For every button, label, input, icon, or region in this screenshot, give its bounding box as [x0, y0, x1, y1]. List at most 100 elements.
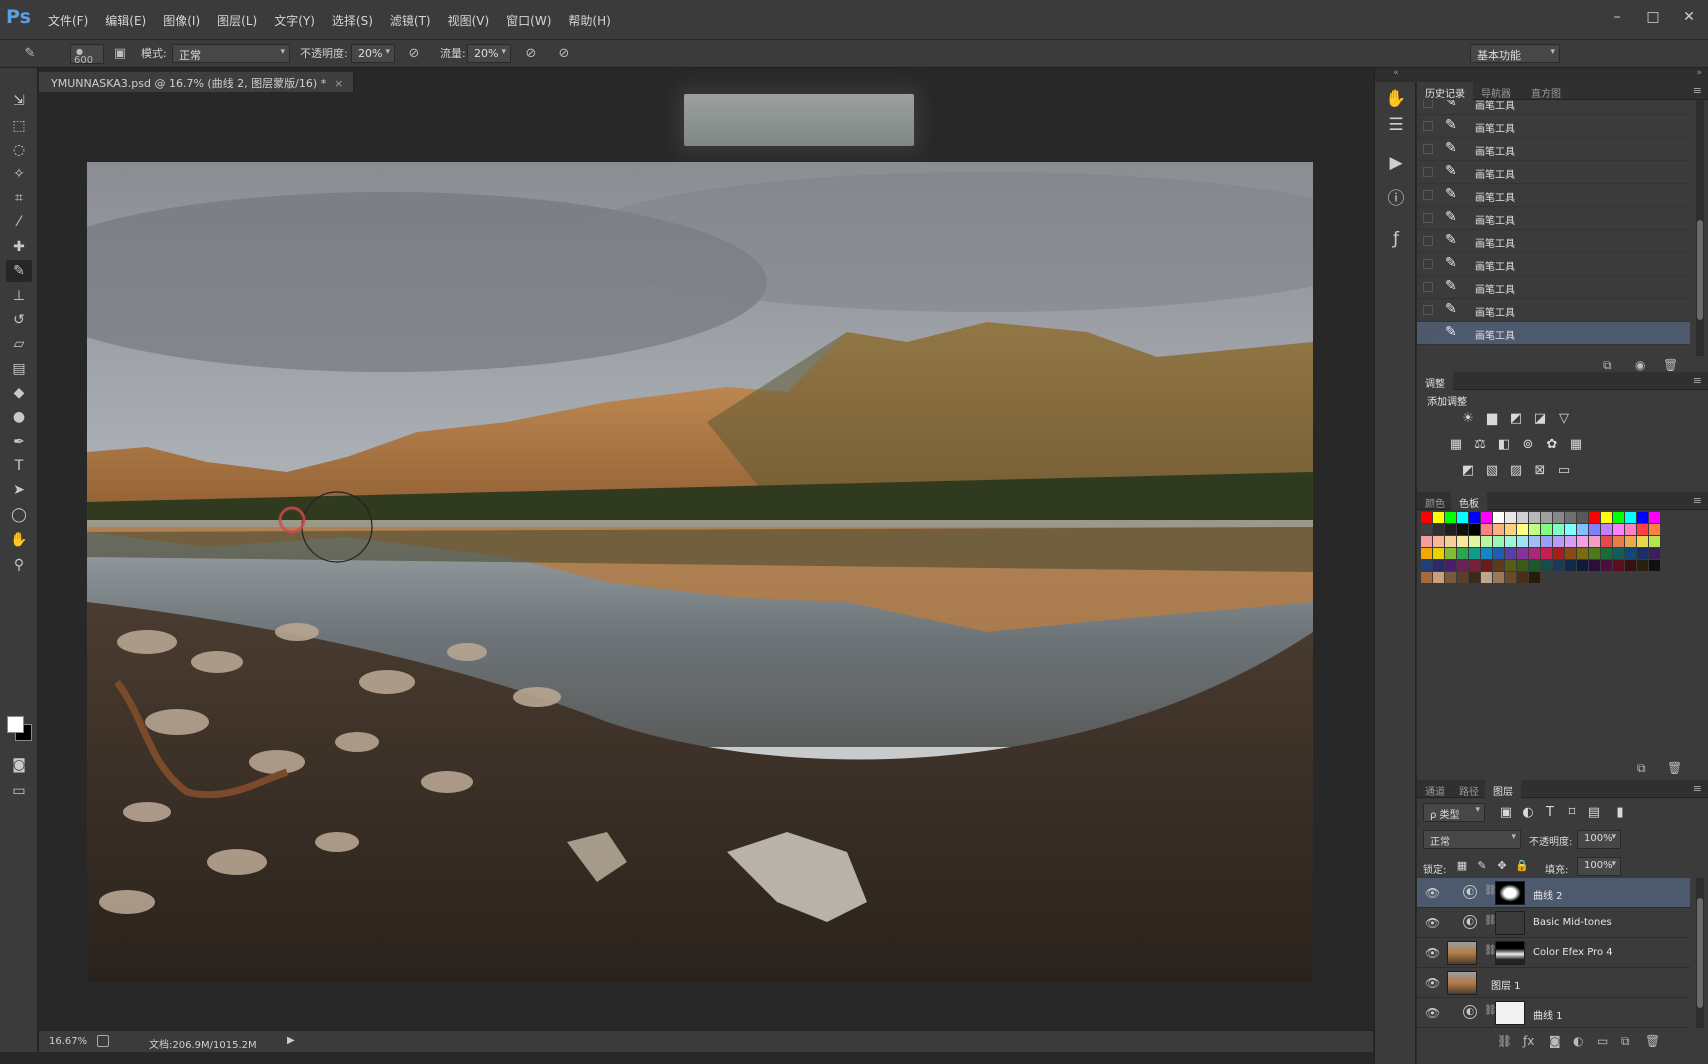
- history-checkbox[interactable]: [1423, 100, 1433, 108]
- image-canvas[interactable]: [87, 162, 1313, 982]
- healing-brush-tool-icon[interactable]: ✚: [6, 236, 32, 258]
- color-swatch[interactable]: [1505, 548, 1516, 559]
- proof-icon[interactable]: [97, 1035, 109, 1047]
- color-swatch[interactable]: [1517, 548, 1528, 559]
- screen-mode-icon[interactable]: ▭: [6, 780, 32, 802]
- history-checkbox[interactable]: [1423, 259, 1433, 269]
- brush-preset-icon[interactable]: ✎: [20, 44, 40, 64]
- color-swatch[interactable]: [1517, 524, 1528, 535]
- path-select-tool-icon[interactable]: ➤: [6, 479, 32, 501]
- panel-menu-icon[interactable]: ≡: [1693, 84, 1702, 97]
- history-item[interactable]: ✎ 画笔工具: [1417, 207, 1690, 230]
- add-mask-icon[interactable]: ◙: [1549, 1034, 1561, 1048]
- color-swatch[interactable]: [1481, 560, 1492, 571]
- color-swatch[interactable]: [1529, 536, 1540, 547]
- maximize-button[interactable]: □: [1642, 6, 1664, 28]
- color-swatch[interactable]: [1445, 548, 1456, 559]
- color-swatch[interactable]: [1421, 560, 1432, 571]
- color-swatch[interactable]: [1637, 536, 1648, 547]
- color-swatch[interactable]: [1601, 560, 1612, 571]
- color-swatch[interactable]: [1601, 548, 1612, 559]
- color-swatch[interactable]: [1553, 548, 1564, 559]
- mode-select[interactable]: 正常: [172, 44, 290, 63]
- history-brush-tool-icon[interactable]: ↺: [6, 309, 32, 331]
- color-swatch[interactable]: [1517, 572, 1528, 583]
- history-item[interactable]: ✎ 画笔工具: [1417, 276, 1690, 299]
- color-swatch[interactable]: [1445, 572, 1456, 583]
- color-swatch[interactable]: [1565, 524, 1576, 535]
- color-swatch[interactable]: [1481, 512, 1492, 523]
- color-swatch[interactable]: [1457, 512, 1468, 523]
- color-swatch[interactable]: [1445, 512, 1456, 523]
- hand-tool-icon[interactable]: ✋: [6, 529, 32, 551]
- color-swatch[interactable]: [1589, 512, 1600, 523]
- foreground-color-swatch[interactable]: [7, 716, 24, 733]
- filter-shape-icon[interactable]: ⌑: [1563, 804, 1581, 822]
- menu-select[interactable]: 选择(S): [332, 12, 373, 29]
- visibility-eye-icon[interactable]: 👁: [1425, 886, 1440, 900]
- color-swatch[interactable]: [1589, 536, 1600, 547]
- history-checkbox[interactable]: [1423, 305, 1433, 315]
- color-swatch[interactable]: [1469, 524, 1480, 535]
- color-swatch[interactable]: [1625, 548, 1636, 559]
- color-swatch[interactable]: [1577, 524, 1588, 535]
- zoom-tool-icon[interactable]: ⚲: [6, 554, 32, 576]
- new-group-icon[interactable]: ▭: [1597, 1034, 1608, 1048]
- tab-swatches[interactable]: 色板: [1451, 492, 1487, 510]
- layer-row[interactable]: 👁 ◐ ⛓ 曲线 1: [1417, 998, 1690, 1028]
- hue-saturation-icon[interactable]: ▦: [1447, 436, 1465, 454]
- color-swatch[interactable]: [1469, 560, 1480, 571]
- color-swatch[interactable]: [1565, 536, 1576, 547]
- color-swatch[interactable]: [1421, 548, 1432, 559]
- lock-position-icon[interactable]: ✥: [1493, 857, 1511, 875]
- marquee-tool-icon[interactable]: ⬚: [6, 115, 32, 137]
- new-document-from-state-icon[interactable]: ⧉: [1603, 358, 1612, 373]
- color-swatch[interactable]: [1529, 548, 1540, 559]
- pressure-size-icon[interactable]: ⊘: [554, 44, 574, 64]
- color-swatch[interactable]: [1421, 536, 1432, 547]
- brush-size-picker[interactable]: ● 600: [70, 44, 104, 66]
- history-item[interactable]: ✎ 画笔工具: [1417, 138, 1690, 161]
- color-swatch[interactable]: [1445, 560, 1456, 571]
- menu-layer[interactable]: 图层(L): [217, 12, 257, 29]
- color-swatch[interactable]: [1553, 536, 1564, 547]
- color-swatch[interactable]: [1493, 560, 1504, 571]
- fill-input[interactable]: 100%: [1577, 857, 1621, 876]
- crop-tool-icon[interactable]: ⌗: [6, 187, 32, 209]
- color-swatch[interactable]: [1505, 512, 1516, 523]
- color-swatch[interactable]: [1625, 524, 1636, 535]
- color-swatch[interactable]: [1541, 512, 1552, 523]
- lock-transparency-icon[interactable]: ▦: [1453, 857, 1471, 875]
- color-swatch[interactable]: [1601, 524, 1612, 535]
- posterize-icon[interactable]: ▧: [1483, 462, 1501, 480]
- zoom-level[interactable]: 16.67%: [49, 1036, 87, 1047]
- lock-pixels-icon[interactable]: ✎: [1473, 857, 1491, 875]
- color-swatch[interactable]: [1421, 512, 1432, 523]
- visibility-eye-icon[interactable]: 👁: [1425, 976, 1440, 990]
- lock-all-icon[interactable]: 🔒: [1513, 857, 1531, 875]
- color-swatch[interactable]: [1613, 536, 1624, 547]
- gradient-map-icon[interactable]: ▭: [1555, 462, 1573, 480]
- color-swatch[interactable]: [1433, 536, 1444, 547]
- new-adjustment-layer-icon[interactable]: ◐: [1573, 1034, 1583, 1048]
- color-swatch[interactable]: [1613, 512, 1624, 523]
- color-swatch[interactable]: [1625, 512, 1636, 523]
- color-swatch[interactable]: [1613, 548, 1624, 559]
- tab-close-icon[interactable]: ×: [334, 77, 343, 90]
- history-checkbox[interactable]: [1423, 167, 1433, 177]
- color-swatch[interactable]: [1649, 560, 1660, 571]
- layer-mask-thumbnail[interactable]: [1495, 881, 1525, 905]
- menu-view[interactable]: 视图(V): [448, 12, 490, 29]
- layers-scrollbar[interactable]: [1696, 878, 1704, 1028]
- color-swatch[interactable]: [1469, 512, 1480, 523]
- collapse-panels-icon[interactable]: »: [1417, 68, 1708, 82]
- new-layer-icon[interactable]: ⧉: [1621, 1034, 1630, 1049]
- color-swatch[interactable]: [1433, 548, 1444, 559]
- delete-swatch-icon[interactable]: 🗑: [1667, 761, 1682, 775]
- tool-presets-icon[interactable]: ✋: [1383, 86, 1409, 112]
- menu-edit[interactable]: 编辑(E): [105, 12, 146, 29]
- color-swatch[interactable]: [1637, 548, 1648, 559]
- airbrush-icon[interactable]: ⊘: [521, 44, 541, 64]
- layer-thumbnail[interactable]: [1447, 941, 1477, 965]
- color-swatch[interactable]: [1433, 524, 1444, 535]
